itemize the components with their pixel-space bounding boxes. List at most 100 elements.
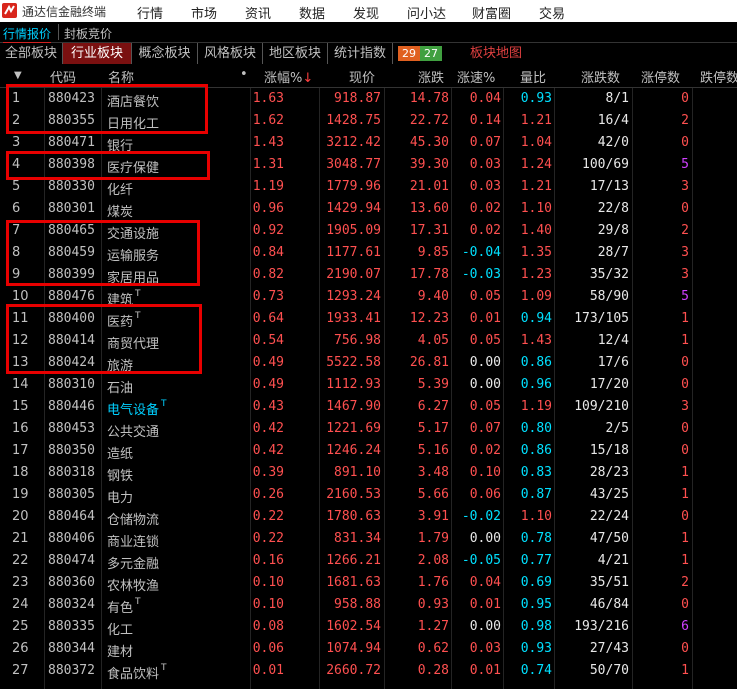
sort-toggle-icon[interactable]: ▼ <box>14 70 22 81</box>
table-row[interactable]: 22 880474 0.16 1266.21 2.08 -0.05 0.77 4/21 1 多元金… <box>0 551 737 573</box>
tab-quotes[interactable]: 行情报价 <box>3 25 52 44</box>
row-price: 1221.69 <box>326 421 381 436</box>
table-row[interactable]: 14 880310 0.49 1112.93 5.39 0.00 0.96 17/20 0 石油 <box>0 375 737 397</box>
row-name-text: 商业连锁 <box>107 535 160 550</box>
row-updown: 17/13 <box>589 179 629 194</box>
table-row[interactable]: 18 880318 0.39 891.10 3.48 0.10 0.83 28/23 1 钢铁 <box>0 463 737 485</box>
row-pct: 0.16 <box>252 553 284 568</box>
board-map-button[interactable]: 板块地图 <box>470 43 522 64</box>
row-price: 1074.94 <box>326 641 381 656</box>
row-price: 1293.24 <box>326 289 381 304</box>
row-change: 22.72 <box>409 113 449 128</box>
row-price: 1681.63 <box>326 575 381 590</box>
row-price: 3212.42 <box>326 135 381 150</box>
menu-item-data[interactable]: 数据 <box>299 3 325 22</box>
tab-region-boards[interactable]: 地区板块 <box>263 43 328 64</box>
row-limit-up: 1 <box>681 333 689 348</box>
tab-style-boards[interactable]: 风格板块 <box>198 43 263 64</box>
row-updown: 27/43 <box>589 641 629 656</box>
row-limit-up: 6 <box>681 619 689 634</box>
row-change: 17.78 <box>409 267 449 282</box>
row-speed: 0.00 <box>469 531 501 546</box>
table-row[interactable]: 16 880453 0.42 1221.69 5.17 0.07 0.80 2/5 0 公共交通 <box>0 419 737 441</box>
row-pct: 1.62 <box>252 113 284 128</box>
row-speed: 0.03 <box>469 641 501 656</box>
tab-stat-index[interactable]: 统计指数 <box>328 43 393 64</box>
tab-all-boards[interactable]: 全部板块 <box>0 43 63 64</box>
menu-item-trade[interactable]: 交易 <box>539 3 565 22</box>
row-code: 880330 <box>48 179 95 194</box>
row-speed: -0.05 <box>461 553 501 568</box>
row-limit-up: 0 <box>681 421 689 436</box>
menu-item-ask[interactable]: 问小达 <box>407 3 446 22</box>
row-pct: 0.26 <box>252 487 284 502</box>
menu-item-discover[interactable]: 发现 <box>353 3 379 22</box>
row-limit-up: 1 <box>681 531 689 546</box>
row-volume-ratio: 0.95 <box>520 597 552 612</box>
row-name-text: 化工 <box>107 623 134 638</box>
table-row[interactable]: 25 880335 0.08 1602.54 1.27 0.00 0.98 193/216 6 化… <box>0 617 737 639</box>
row-name: 化工 <box>107 619 133 638</box>
table-row[interactable]: 15 880446 0.43 1467.90 6.27 0.05 1.19 109/210 3 电… <box>0 397 737 419</box>
row-name-text: 有色 <box>107 601 134 616</box>
row-updown: 47/50 <box>589 531 629 546</box>
table-row[interactable]: 17 880350 0.42 1246.24 5.16 0.02 0.86 15/18 0 造纸 <box>0 441 737 463</box>
table-row[interactable]: 5 880330 1.19 1779.96 21.01 0.03 1.21 17/13 3 化纤 <box>0 177 737 199</box>
row-pct: 0.92 <box>252 223 284 238</box>
row-volume-ratio: 0.80 <box>520 421 552 436</box>
column-header-limit-down[interactable]: 跌停数 <box>700 67 737 86</box>
column-header-updown[interactable]: 涨跌数 <box>581 67 620 86</box>
table-row[interactable]: 24 880324 0.10 958.88 0.93 0.01 0.95 46/84 0 有色 T <box>0 595 737 617</box>
column-header-volume-ratio[interactable]: 量比 <box>520 67 546 86</box>
row-price: 2660.72 <box>326 663 381 678</box>
row-speed: 0.07 <box>469 135 501 150</box>
column-header-price[interactable]: 现价 <box>349 67 375 86</box>
table-row[interactable]: 27 880372 0.01 2660.72 0.28 0.01 0.74 50/70 1 食品饮… <box>0 661 737 683</box>
column-settings-icon[interactable]: • <box>240 67 248 82</box>
table-row[interactable]: 19 880305 0.26 2160.53 5.66 0.06 0.87 43/25 1 电力 <box>0 485 737 507</box>
row-price: 1905.09 <box>326 223 381 238</box>
row-price: 1177.61 <box>326 245 381 260</box>
table-row[interactable]: 20 880464 0.22 1780.63 3.91 -0.02 1.10 22/24 0 仓储… <box>0 507 737 529</box>
table-row[interactable]: 23 880360 0.10 1681.63 1.76 0.04 0.69 35/51 2 农林牧… <box>0 573 737 595</box>
column-header-change[interactable]: 涨跌 <box>418 67 444 86</box>
app-title: 通达信金融终端 <box>22 5 107 19</box>
table-row[interactable]: 6 880301 0.96 1429.94 13.60 0.02 1.10 22/8 0 煤炭 <box>0 199 737 221</box>
tab-limit-auction[interactable]: 封板竞价 <box>64 25 112 42</box>
menu-item-news[interactable]: 资讯 <box>245 3 271 22</box>
row-change: 5.66 <box>417 487 449 502</box>
row-pct: 0.64 <box>252 311 284 326</box>
tab-industry-boards[interactable]: 行业板块 <box>63 43 132 64</box>
column-header-speed[interactable]: 涨速% <box>457 67 495 86</box>
row-change: 9.85 <box>417 245 449 260</box>
menu-item-market[interactable]: 市场 <box>191 3 217 22</box>
row-speed: 0.07 <box>469 421 501 436</box>
column-header-limit-up[interactable]: 涨停数 <box>641 67 680 86</box>
row-volume-ratio: 1.10 <box>520 509 552 524</box>
row-speed: 0.05 <box>469 399 501 414</box>
tab-concept-boards[interactable]: 概念板块 <box>132 43 198 64</box>
row-volume-ratio: 0.98 <box>520 619 552 634</box>
menu-item-wealth[interactable]: 财富圈 <box>472 3 511 22</box>
sub-tab-bar: 行情报价 封板竞价 <box>0 22 737 44</box>
row-pct: 0.49 <box>252 377 284 392</box>
row-limit-up: 0 <box>681 355 689 370</box>
row-updown: 173/105 <box>574 311 629 326</box>
row-speed: 0.10 <box>469 465 501 480</box>
row-name-text: 造纸 <box>107 447 134 462</box>
row-limit-up: 1 <box>681 553 689 568</box>
row-pct: 0.82 <box>252 267 284 282</box>
row-limit-up: 0 <box>681 135 689 150</box>
row-change: 1.79 <box>417 531 449 546</box>
row-change: 45.30 <box>409 135 449 150</box>
table-row[interactable]: 26 880344 0.06 1074.94 0.62 0.03 0.93 27/43 0 建材 <box>0 639 737 661</box>
row-name: 多元金融 <box>107 553 159 572</box>
table-row[interactable]: 21 880406 0.22 831.34 1.79 0.00 0.78 47/50 1 商业连锁 <box>0 529 737 551</box>
row-index: 5 <box>12 179 21 194</box>
row-pct: 0.39 <box>252 465 284 480</box>
row-limit-up: 5 <box>681 289 689 304</box>
menu-item-quotes[interactable]: 行情 <box>137 3 163 22</box>
column-header-pct[interactable]: 涨幅%↓ <box>264 67 313 86</box>
row-index: 10 <box>12 289 29 304</box>
title-bar: 通达信金融终端 行情 市场 资讯 数据 发现 问小达 财富圈 交易 <box>0 0 737 22</box>
